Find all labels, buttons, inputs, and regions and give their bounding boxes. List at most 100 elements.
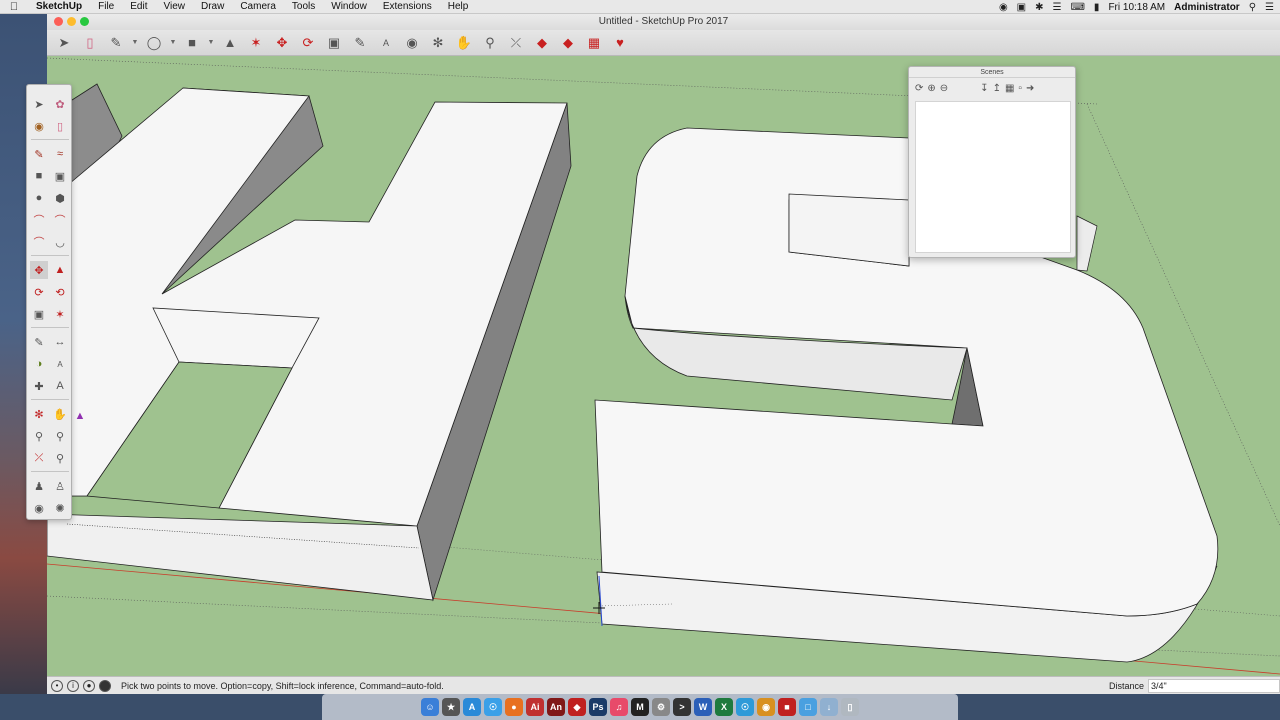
close-window-button[interactable] xyxy=(54,17,63,26)
palette-line-icon[interactable]: ✎ xyxy=(30,145,48,163)
move-scene-down-icon[interactable]: ↧ xyxy=(980,83,988,94)
menu-draw[interactable]: Draw xyxy=(193,0,232,14)
palette-zoom-extents-icon[interactable]: ⤫ xyxy=(30,449,48,467)
move-tool-icon[interactable]: ✥ xyxy=(271,32,293,54)
menu-extensions[interactable]: Extensions xyxy=(375,0,440,14)
palette-3pt-arc-icon[interactable]: ⌒ xyxy=(30,233,48,251)
notification-center-icon[interactable]: ☰ xyxy=(1265,2,1274,13)
palette-walk-icon[interactable]: ♙ xyxy=(51,477,69,495)
record-icon[interactable]: ◉ xyxy=(999,2,1008,13)
extension-manager-icon[interactable]: ♥ xyxy=(609,32,631,54)
firefox-icon[interactable]: ● xyxy=(505,698,523,716)
palette-3dtext-icon[interactable]: A xyxy=(51,377,69,395)
measurements-input[interactable]: 3/4" xyxy=(1148,678,1280,693)
folder-icon[interactable]: □ xyxy=(799,698,817,716)
offset-tool-icon[interactable]: ✶ xyxy=(245,32,267,54)
keyboard-icon[interactable]: ⌨ xyxy=(1070,2,1084,13)
downloads-icon[interactable]: ↓ xyxy=(820,698,838,716)
app-red-icon[interactable]: ■ xyxy=(778,698,796,716)
menu-view[interactable]: View xyxy=(155,0,193,14)
palette-2pt-arc-icon[interactable]: ⌒ xyxy=(51,211,69,229)
pan-tool-icon[interactable]: ✋ xyxy=(453,32,475,54)
palette-zoom-icon[interactable]: ⚲ xyxy=(30,427,48,445)
menu-edit[interactable]: Edit xyxy=(122,0,155,14)
finder-icon[interactable]: ☺ xyxy=(421,698,439,716)
palette-polygon-icon[interactable]: ⬢ xyxy=(51,189,69,207)
geolocation-icon[interactable]: • xyxy=(51,679,63,692)
menu-tools[interactable]: Tools xyxy=(284,0,323,14)
palette-tape-icon[interactable]: ✎ xyxy=(30,333,48,351)
appstore-icon[interactable]: A xyxy=(463,698,481,716)
palette-circle-icon[interactable]: ● xyxy=(30,189,48,207)
palette-arc-icon[interactable]: ⌒ xyxy=(30,211,48,229)
rotate-tool-icon[interactable]: ⟳ xyxy=(297,32,319,54)
push-pull-tool-icon[interactable]: ▲ xyxy=(219,32,241,54)
palette-rotate-icon[interactable]: ⟳ xyxy=(30,283,48,301)
word-icon[interactable]: W xyxy=(694,698,712,716)
shape-dropdown-icon[interactable]: ▼ xyxy=(207,32,215,54)
wifi-icon[interactable]: ☰ xyxy=(1053,2,1062,13)
instructor-icon[interactable] xyxy=(99,679,111,692)
line-tool-icon[interactable]: ✎ xyxy=(105,32,127,54)
bluetooth-icon[interactable]: ✱ xyxy=(1035,2,1043,13)
menubar-clock[interactable]: Fri 10:18 AM xyxy=(1108,2,1165,13)
trash-icon[interactable]: ▯ xyxy=(841,698,859,716)
orbit-tool-icon[interactable]: ✻ xyxy=(427,32,449,54)
show-details-icon[interactable]: ➜ xyxy=(1026,83,1034,94)
palette-axes-icon[interactable]: ✚ xyxy=(30,377,48,395)
animate-icon[interactable]: An xyxy=(547,698,565,716)
model-viewport[interactable] xyxy=(47,56,1280,676)
remove-scene-icon[interactable]: ⊖ xyxy=(940,83,948,94)
safari-icon[interactable]: ☉ xyxy=(484,698,502,716)
palette-pushpull-icon[interactable]: ▲ xyxy=(51,261,69,279)
minimize-window-button[interactable] xyxy=(67,17,76,26)
arc-dropdown-icon[interactable]: ▼ xyxy=(169,32,177,54)
terminal-icon[interactable]: > xyxy=(673,698,691,716)
palette-move-icon[interactable]: ✥ xyxy=(30,261,48,279)
palette-position-camera-icon[interactable]: ♟ xyxy=(30,477,48,495)
palette-component-icon[interactable]: ✿ xyxy=(51,95,69,113)
warehouse-icon[interactable]: ◆ xyxy=(531,32,553,54)
palette-rectangle-icon[interactable]: ■ xyxy=(30,167,48,185)
palette-section-icon[interactable]: ✺ xyxy=(51,499,69,517)
palette-offset-icon[interactable]: ✶ xyxy=(51,305,69,323)
music-icon[interactable]: ♫ xyxy=(610,698,628,716)
menu-help[interactable]: Help xyxy=(440,0,477,14)
paint-bucket-icon[interactable]: ◉ xyxy=(401,32,423,54)
menu-window[interactable]: Window xyxy=(323,0,375,14)
launchpad-icon[interactable]: ★ xyxy=(442,698,460,716)
palette-dimension-icon[interactable]: ↔ xyxy=(51,333,69,351)
chrome-icon[interactable]: ◉ xyxy=(757,698,775,716)
zoom-tool-icon[interactable]: ⚲ xyxy=(479,32,501,54)
palette-followme-icon[interactable]: ⟲ xyxy=(51,283,69,301)
palette-zoom-window-icon[interactable]: ⚲ xyxy=(51,427,69,445)
update-scene-icon[interactable]: ⟳ xyxy=(915,83,923,94)
zoom-window-button[interactable] xyxy=(80,17,89,26)
screen-icon[interactable]: ▣ xyxy=(1017,2,1026,13)
line-dropdown-icon[interactable]: ▼ xyxy=(131,32,139,54)
palette-text-icon[interactable]: A xyxy=(51,355,69,373)
scenes-list[interactable] xyxy=(915,101,1071,253)
extension-warehouse-icon[interactable]: ▦ xyxy=(583,32,605,54)
palette-eraser-icon[interactable]: ▯ xyxy=(51,117,69,135)
spotlight-icon[interactable]: ⚲ xyxy=(1249,2,1256,13)
palette-protractor-icon[interactable]: ◑ xyxy=(30,355,48,373)
app-m-icon[interactable]: M xyxy=(631,698,649,716)
view-options-icon[interactable]: ▦ xyxy=(1005,83,1014,94)
palette-pan-icon[interactable]: ✋ xyxy=(51,405,69,423)
palette-flyout-icon[interactable]: ▲ xyxy=(71,407,89,425)
palette-pie-icon[interactable]: ◡ xyxy=(51,233,69,251)
user-account-icon[interactable]: ● xyxy=(83,679,95,692)
add-scene-icon[interactable]: ⊕ xyxy=(927,83,935,94)
eraser-tool-icon[interactable]: ▯ xyxy=(79,32,101,54)
palette-paint-icon[interactable]: ◉ xyxy=(30,117,48,135)
share-model-icon[interactable]: ◆ xyxy=(557,32,579,54)
palette-freehand-icon[interactable]: ≈ xyxy=(51,145,69,163)
menu-file[interactable]: File xyxy=(90,0,122,14)
menu-camera[interactable]: Camera xyxy=(232,0,284,14)
battery-icon[interactable]: ▮ xyxy=(1094,2,1100,13)
select-tool-icon[interactable]: ➤ xyxy=(53,32,75,54)
palette-scale-icon[interactable]: ▣ xyxy=(30,305,48,323)
palette-previous-icon[interactable]: ⚲ xyxy=(51,449,69,467)
text-tool-icon[interactable]: A xyxy=(375,32,397,54)
